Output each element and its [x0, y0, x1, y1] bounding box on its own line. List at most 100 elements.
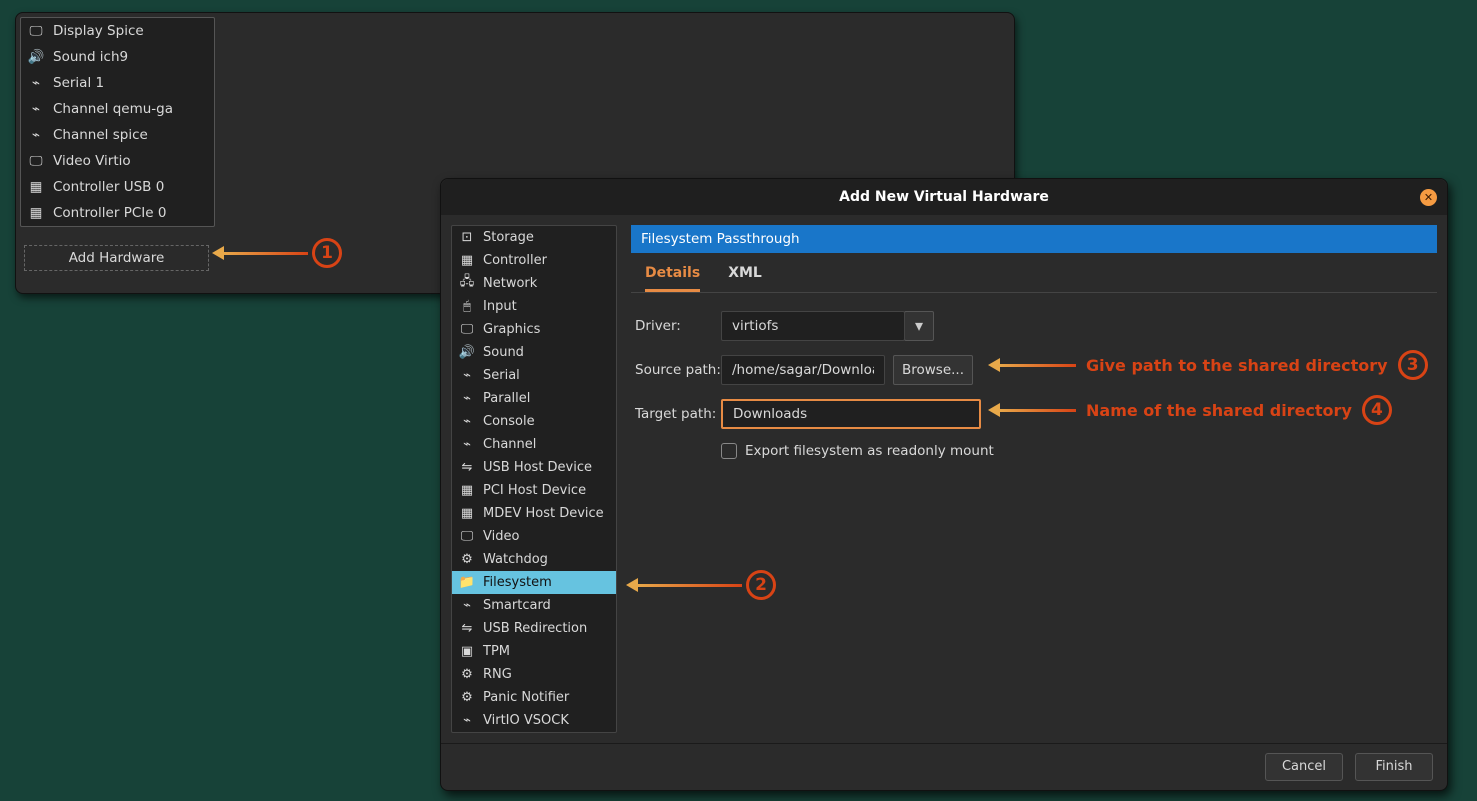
category-item-label: Serial [483, 368, 520, 383]
category-item-label: Video [483, 529, 519, 544]
port-icon: ⌁ [27, 102, 45, 116]
category-item-graphics[interactable]: 🖵Graphics [452, 318, 616, 341]
board-icon: ▦ [27, 206, 45, 220]
driver-value: virtiofs [732, 318, 778, 334]
board-icon: ▦ [27, 180, 45, 194]
category-item-rng[interactable]: ⚙ RNG [452, 663, 616, 686]
chevron-down-icon: ▾ [915, 316, 923, 335]
hardware-category-list: ⊡Storage ▦ Controller 🖧Network 🖱 Input 🖵Graphi… [451, 225, 617, 733]
category-item-usb-host-device[interactable]: ⇋USB Host Device [452, 456, 616, 479]
port-icon: ⌁ [458, 368, 476, 383]
category-item-label: Panic Notifier [483, 690, 569, 705]
category-item-label: Network [483, 276, 537, 291]
source-path-label: Source path: [635, 362, 721, 378]
category-item-panic-notifier[interactable]: ⚙ Panic Notifier [452, 686, 616, 709]
category-item-label: Storage [483, 230, 534, 245]
port-icon: ⌁ [458, 391, 476, 406]
tab-xml[interactable]: XML [728, 265, 762, 292]
port-icon: ⌁ [458, 437, 476, 452]
driver-dropdown-arrow[interactable]: ▾ [904, 311, 934, 341]
hw-item-label: Display Spice [53, 23, 144, 39]
category-item-label: RNG [483, 667, 512, 682]
category-item-input[interactable]: 🖱 Input [452, 295, 616, 318]
target-path-label: Target path: [635, 406, 721, 422]
panel-header: Filesystem Passthrough [631, 225, 1437, 253]
board-icon: ▦ [458, 506, 476, 521]
driver-dropdown[interactable]: virtiofs [721, 311, 905, 341]
gear-icon: ⚙ [458, 667, 476, 682]
monitor-icon: 🖵 [458, 322, 476, 337]
category-item-console[interactable]: ⌁ Console [452, 410, 616, 433]
monitor-icon: 🖵 [27, 24, 45, 38]
close-button[interactable]: ✕ [1420, 189, 1437, 206]
port-icon: ⌁ [458, 414, 476, 429]
category-item-parallel[interactable]: ⌁ Parallel [452, 387, 616, 410]
usb-icon: ⇋ [458, 621, 476, 636]
board-icon: ▦ [458, 483, 476, 498]
port-icon: ⌁ [27, 76, 45, 90]
category-item-pci-host-device[interactable]: ▦PCI Host Device [452, 479, 616, 502]
add-hardware-button[interactable]: Add Hardware [24, 245, 209, 271]
target-path-input[interactable] [721, 399, 981, 429]
category-item-smartcard[interactable]: ⌁Smartcard [452, 594, 616, 617]
board-icon: ▦ [458, 253, 476, 268]
speaker-icon: 🔊 [458, 345, 476, 360]
category-item-label: Parallel [483, 391, 530, 406]
dialog-footer: Cancel Finish [441, 743, 1447, 790]
category-item-label: Sound [483, 345, 524, 360]
category-item-tpm[interactable]: ▣TPM [452, 640, 616, 663]
category-item-usb-redirection[interactable]: ⇋ USB Redirection [452, 617, 616, 640]
mouse-icon: 🖱 [458, 299, 476, 314]
add-hardware-dialog: Add New Virtual Hardware ✕ ⊡Storage ▦ Cont… [440, 178, 1448, 791]
dialog-titlebar: Add New Virtual Hardware ✕ [441, 179, 1447, 215]
readonly-label: Export filesystem as readonly mount [745, 443, 994, 459]
readonly-checkbox[interactable] [721, 443, 737, 459]
category-item-watchdog[interactable]: ⚙Watchdog [452, 548, 616, 571]
hw-item[interactable]: ⌁Channel spice [21, 122, 214, 148]
port-icon: ⌁ [458, 713, 476, 728]
category-item-network[interactable]: 🖧Network [452, 272, 616, 295]
source-path-input[interactable] [721, 355, 885, 385]
category-item-label: MDEV Host Device [483, 506, 604, 521]
category-item-virtio-vsock[interactable]: ⌁ VirtIO VSOCK [452, 709, 616, 732]
category-item-label: Controller [483, 253, 547, 268]
main-panel: Filesystem Passthrough Details XML Drive… [631, 225, 1437, 733]
hw-item[interactable]: ⌁Channel qemu-ga [21, 96, 214, 122]
finish-button[interactable]: Finish [1355, 753, 1433, 781]
filesystem-form: Driver: virtiofs ▾ Source path: Browse..… [631, 293, 1437, 477]
hw-item[interactable]: ▦Controller USB 0 [21, 174, 214, 200]
category-item-label: Channel [483, 437, 536, 452]
speaker-icon: 🔊 [27, 50, 45, 64]
hw-item[interactable]: ▦ Controller PCIe 0 [21, 200, 214, 226]
category-item-serial[interactable]: ⌁ Serial [452, 364, 616, 387]
hardware-list: 🖵Display Spice🔊Sound ich9⌁Serial 1⌁Chann… [20, 17, 215, 227]
monitor-icon: 🖵 [27, 154, 45, 168]
hw-item[interactable]: 🔊Sound ich9 [21, 44, 214, 70]
category-item-mdev-host-device[interactable]: ▦ MDEV Host Device [452, 502, 616, 525]
category-item-label: Input [483, 299, 517, 314]
category-item-label: TPM [483, 644, 510, 659]
hw-item[interactable]: 🖵Video Virtio [21, 148, 214, 174]
hw-item[interactable]: ⌁Serial 1 [21, 70, 214, 96]
category-item-controller[interactable]: ▦ Controller [452, 249, 616, 272]
category-item-channel[interactable]: ⌁ Channel [452, 433, 616, 456]
cancel-button[interactable]: Cancel [1265, 753, 1343, 781]
port-icon: ⌁ [458, 598, 476, 613]
category-item-video[interactable]: 🖵Video [452, 525, 616, 548]
category-item-label: VirtIO VSOCK [483, 713, 569, 728]
folder-icon: 📁 [458, 575, 476, 590]
hw-item[interactable]: 🖵 Display Spice [21, 18, 214, 44]
gear-icon: ⚙ [458, 690, 476, 705]
category-item-sound[interactable]: 🔊 Sound [452, 341, 616, 364]
category-item-label: Filesystem [483, 575, 552, 590]
category-item-filesystem[interactable]: 📁 Filesystem [452, 571, 616, 594]
category-item-label: Console [483, 414, 535, 429]
tab-details[interactable]: Details [645, 265, 700, 292]
driver-label: Driver: [635, 318, 721, 334]
browse-button[interactable]: Browse... [893, 355, 973, 385]
category-item-label: USB Redirection [483, 621, 587, 636]
port-icon: ⌁ [27, 128, 45, 142]
gear-icon: ⚙ [458, 552, 476, 567]
category-item-storage[interactable]: ⊡Storage [452, 226, 616, 249]
hw-item-label: Controller PCIe 0 [53, 205, 166, 221]
